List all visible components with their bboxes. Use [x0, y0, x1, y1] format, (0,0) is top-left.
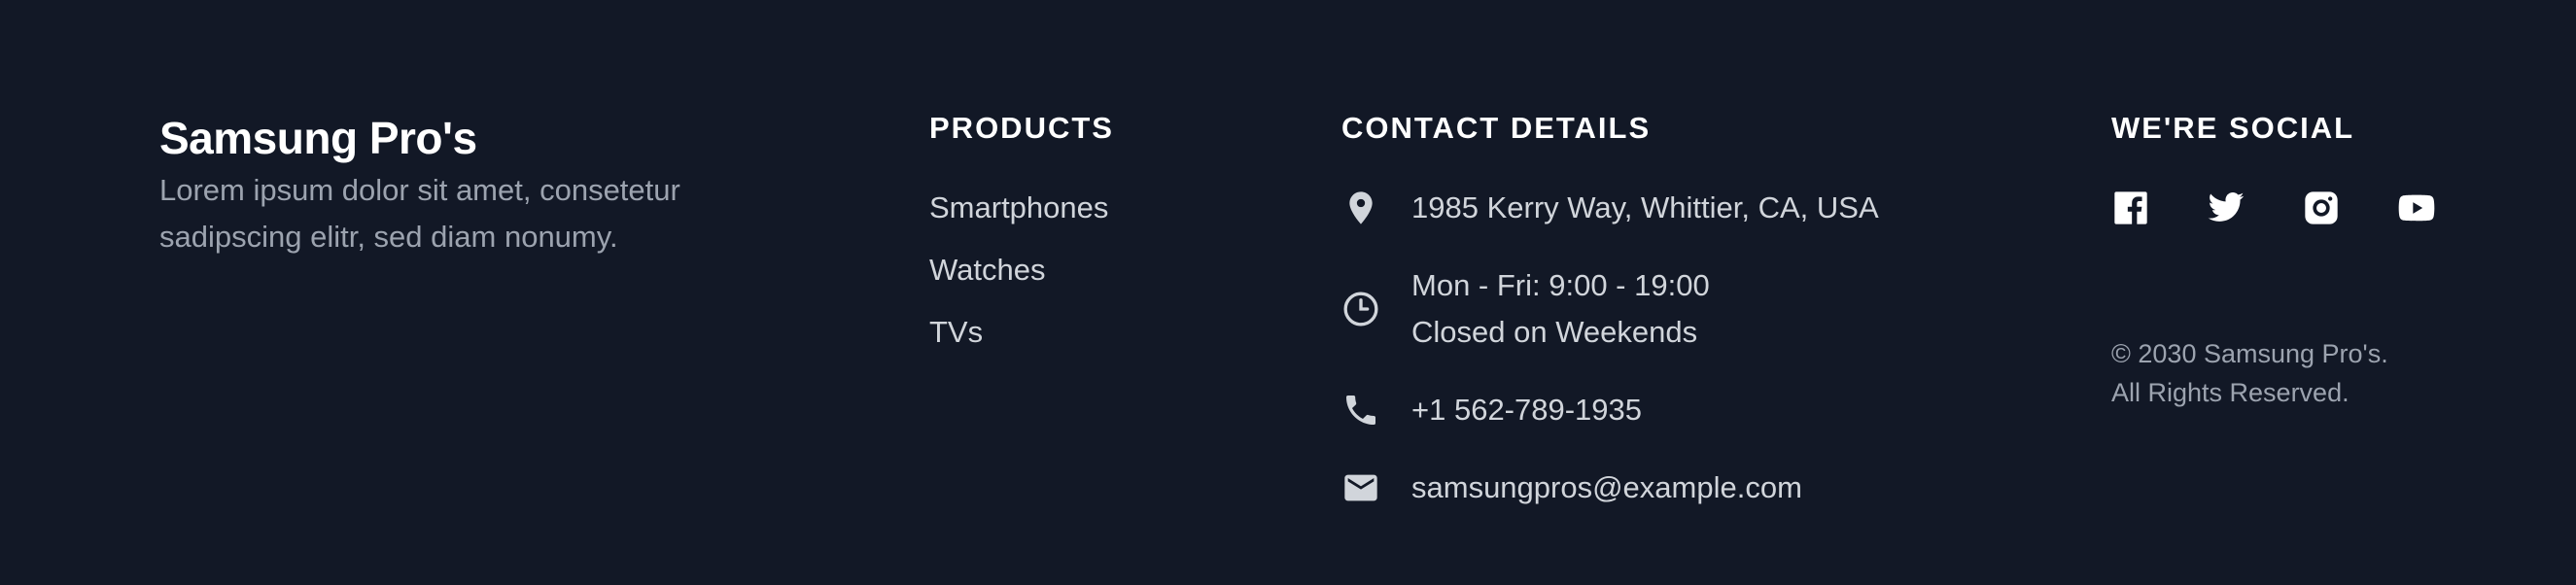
brand-title: Samsung Pro's — [159, 113, 477, 163]
contact-column: CONTACT DETAILS 1985 Kerry Way, Whittier… — [1341, 109, 2041, 542]
products-heading: PRODUCTS — [929, 111, 1114, 145]
products-column: PRODUCTS Smartphones Watches TVs — [929, 109, 1260, 371]
contact-heading: CONTACT DETAILS — [1341, 111, 1652, 145]
hours-text: Mon - Fri: 9:00 - 19:00 Closed on Weeken… — [1411, 262, 1710, 356]
products-list: Smartphones Watches TVs — [929, 185, 1260, 356]
address-text: 1985 Kerry Way, Whittier, CA, USA — [1411, 190, 1879, 224]
copyright-line-1: © 2030 Samsung Pro's. — [2111, 339, 2388, 368]
hours-line-weekdays: Mon - Fri: 9:00 - 19:00 — [1411, 268, 1710, 302]
mail-icon — [1341, 465, 1380, 511]
copyright-text: © 2030 Samsung Pro's. All Rights Reserve… — [2111, 334, 2520, 412]
product-link-tvs[interactable]: TVs — [929, 309, 1260, 356]
contact-list: 1985 Kerry Way, Whittier, CA, USA Mon - … — [1341, 185, 2041, 511]
phone-icon — [1341, 387, 1380, 433]
contact-hours: Mon - Fri: 9:00 - 19:00 Closed on Weeken… — [1341, 262, 2041, 356]
product-link-smartphones[interactable]: Smartphones — [929, 185, 1260, 231]
social-heading: WE'RE SOCIAL — [2111, 111, 2355, 145]
clock-icon — [1341, 262, 1380, 356]
brand-column: Samsung Pro's Lorem ipsum dolor sit amet… — [159, 109, 840, 260]
contact-phone: +1 562-789-1935 — [1341, 387, 2041, 433]
social-column: WE'RE SOCIAL © 2030 Samsung Pro's. All R… — [2111, 109, 2520, 412]
brand-description: Lorem ipsum dolor sit amet, consetetur s… — [159, 173, 680, 254]
social-links — [2111, 189, 2520, 227]
product-link-watches[interactable]: Watches — [929, 247, 1260, 293]
twitter-icon[interactable] — [2207, 189, 2245, 227]
contact-email: samsungpros@example.com — [1341, 465, 2041, 511]
hours-line-weekends: Closed on Weekends — [1411, 315, 1698, 349]
facebook-icon[interactable] — [2111, 189, 2150, 227]
email-text[interactable]: samsungpros@example.com — [1411, 465, 1802, 511]
phone-text[interactable]: +1 562-789-1935 — [1411, 387, 1642, 433]
site-footer: Samsung Pro's Lorem ipsum dolor sit amet… — [0, 0, 2576, 585]
youtube-icon[interactable] — [2397, 189, 2436, 227]
contact-address: 1985 Kerry Way, Whittier, CA, USA — [1341, 185, 2041, 231]
copyright-line-2: All Rights Reserved. — [2111, 378, 2350, 407]
instagram-icon[interactable] — [2302, 189, 2341, 227]
map-pin-icon — [1341, 185, 1380, 231]
